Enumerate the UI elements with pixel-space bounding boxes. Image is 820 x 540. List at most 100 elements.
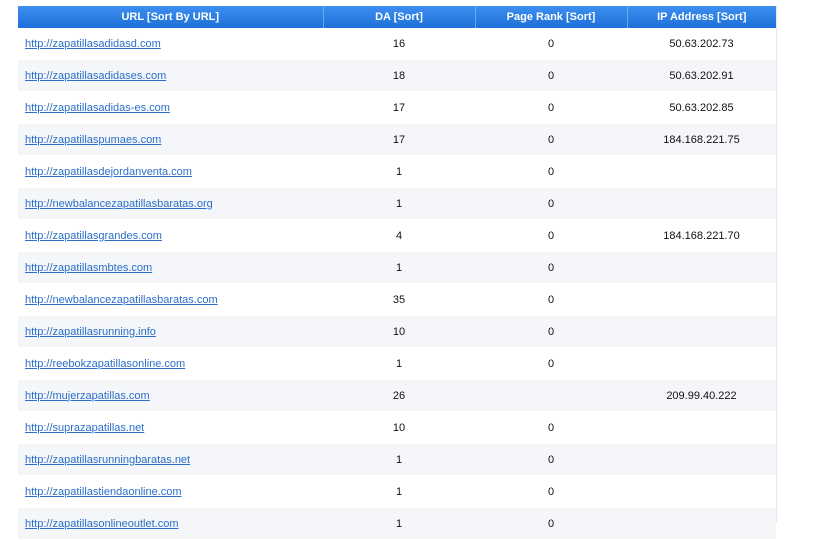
domain-table-container: URL [Sort By URL] DA [Sort] Page Rank [S… (18, 6, 776, 540)
ip-address-cell (627, 187, 776, 220)
page-rank-cell: 0 (475, 507, 627, 540)
header-row: URL [Sort By URL] DA [Sort] Page Rank [S… (18, 6, 776, 28)
ip-address-cell: 50.63.202.85 (627, 91, 776, 124)
ip-address-cell (627, 507, 776, 540)
table-row: http://zapatillasmbtes.com 1 0 (18, 251, 776, 284)
da-cell: 18 (323, 59, 475, 92)
da-cell: 10 (323, 411, 475, 444)
ip-address-cell (627, 155, 776, 188)
page-rank-cell: 0 (475, 251, 627, 284)
url-cell: http://newbalancezapatillasbaratas.org (18, 187, 323, 220)
url-cell: http://zapatillasadidases.com (18, 59, 323, 92)
page-rank-cell: 0 (475, 91, 627, 124)
da-cell: 17 (323, 123, 475, 156)
page-rank-cell: 0 (475, 475, 627, 508)
url-link[interactable]: http://zapatillasadidases.com (25, 70, 166, 82)
ip-address-cell (627, 347, 776, 380)
table-row: http://zapatillasadidases.com 18 0 50.63.20… (18, 59, 776, 92)
table-row: http://suprazapatillas.net 10 0 (18, 411, 776, 444)
da-cell: 10 (323, 315, 475, 348)
table-row: http://zapatillasgrandes.com 4 0 184.168.22… (18, 219, 776, 252)
ip-address-cell (627, 251, 776, 284)
table-row: http://zapatillasadidas-es.com 17 0 50.63.2… (18, 91, 776, 124)
page-rank-cell: 0 (475, 315, 627, 348)
url-cell: http://newbalancezapatillasbaratas.com (18, 283, 323, 316)
table-row: http://newbalancezapatillasbaratas.com 35… (18, 283, 776, 316)
url-link[interactable]: http://zapatillasadidas-es.com (25, 102, 170, 114)
ip-address-cell (627, 411, 776, 444)
table-right-border (776, 6, 777, 522)
sort-by-da-header[interactable]: DA [Sort] (323, 6, 476, 28)
da-cell: 1 (323, 475, 475, 508)
url-cell: http://reebokzapatillasonline.com (18, 347, 323, 380)
page-rank-cell: 0 (475, 219, 627, 252)
url-link[interactable]: http://zapatillasdejordanventa.com (25, 166, 192, 178)
url-link[interactable]: http://reebokzapatillasonline.com (25, 358, 185, 370)
page-rank-cell: 0 (475, 411, 627, 444)
page-rank-cell: 0 (475, 283, 627, 316)
url-link[interactable]: http://zapatillasrunningbaratas.net (25, 454, 190, 466)
da-cell: 1 (323, 347, 475, 380)
da-cell: 4 (323, 219, 475, 252)
page-rank-cell: 0 (475, 187, 627, 220)
ip-address-cell: 50.63.202.91 (627, 59, 776, 92)
da-cell: 35 (323, 283, 475, 316)
url-link[interactable]: http://mujerzapatillas.com (25, 390, 150, 402)
table-body: http://zapatillasadidasd.com 16 0 50.63.202… (18, 28, 776, 540)
table-row: http://zapatillasdejordanventa.com 1 0 (18, 155, 776, 188)
url-cell: http://suprazapatillas.net (18, 411, 323, 444)
url-cell: http://zapatillasrunningbaratas.net (18, 443, 323, 476)
page-rank-cell: 0 (475, 28, 627, 60)
url-link[interactable]: http://zapatillastiendaonline.com (25, 486, 182, 498)
url-link[interactable]: http://newbalancezapatillasbaratas.com (25, 294, 218, 306)
table-row: http://zapatillasadidasd.com 16 0 50.63.202… (18, 28, 776, 60)
da-cell: 1 (323, 155, 475, 188)
da-cell: 16 (323, 28, 475, 60)
da-cell: 26 (323, 379, 475, 412)
ip-address-cell (627, 315, 776, 348)
url-link[interactable]: http://zapatillasgrandes.com (25, 230, 162, 242)
url-link[interactable]: http://zapatillasrunning.info (25, 326, 156, 338)
page-rank-cell: 0 (475, 155, 627, 188)
da-cell: 1 (323, 443, 475, 476)
sort-by-ip-header[interactable]: IP Address [Sort] (627, 6, 776, 28)
table-row: http://zapatillasonlineoutlet.com 1 0 (18, 507, 776, 540)
url-cell: http://zapatillasmbtes.com (18, 251, 323, 284)
da-cell: 1 (323, 507, 475, 540)
url-link[interactable]: http://zapatillasmbtes.com (25, 262, 152, 274)
url-link[interactable]: http://newbalancezapatillasbaratas.org (25, 198, 213, 210)
table-row: http://newbalancezapatillasbaratas.org 1 0 (18, 187, 776, 220)
sort-by-url-header[interactable]: URL [Sort By URL] (18, 6, 324, 28)
table-row: http://zapatillasrunningbaratas.net 1 0 (18, 443, 776, 476)
da-cell: 17 (323, 91, 475, 124)
table-row: http://zapatillasrunning.info 10 0 (18, 315, 776, 348)
url-cell: http://zapatillasrunning.info (18, 315, 323, 348)
page-rank-cell (475, 379, 627, 412)
url-cell: http://zapatillasadidasd.com (18, 28, 323, 60)
ip-address-cell (627, 475, 776, 508)
table-row: http://zapatillastiendaonline.com 1 0 (18, 475, 776, 508)
url-link[interactable]: http://suprazapatillas.net (25, 422, 144, 434)
ip-address-cell (627, 283, 776, 316)
sort-by-page-rank-header[interactable]: Page Rank [Sort] (475, 6, 628, 28)
domain-table: URL [Sort By URL] DA [Sort] Page Rank [S… (18, 6, 776, 540)
page-rank-cell: 0 (475, 347, 627, 380)
ip-address-cell: 209.99.40.222 (627, 379, 776, 412)
da-cell: 1 (323, 251, 475, 284)
ip-address-cell: 184.168.221.70 (627, 219, 776, 252)
url-cell: http://zapatillasadidas-es.com (18, 91, 323, 124)
url-link[interactable]: http://zapatillasonlineoutlet.com (25, 518, 178, 530)
url-cell: http://mujerzapatillas.com (18, 379, 323, 412)
url-cell: http://zapatillasgrandes.com (18, 219, 323, 252)
page-rank-cell: 0 (475, 59, 627, 92)
da-cell: 1 (323, 187, 475, 220)
url-link[interactable]: http://zapatillasadidasd.com (25, 38, 161, 50)
ip-address-cell: 184.168.221.75 (627, 123, 776, 156)
page-rank-cell: 0 (475, 123, 627, 156)
url-cell: http://zapatillasonlineoutlet.com (18, 507, 323, 540)
table-row: http://reebokzapatillasonline.com 1 0 (18, 347, 776, 380)
page-rank-cell: 0 (475, 443, 627, 476)
table-row: http://mujerzapatillas.com 26 209.99.40.22… (18, 379, 776, 412)
url-cell: http://zapatillasdejordanventa.com (18, 155, 323, 188)
url-link[interactable]: http://zapatillaspumaes.com (25, 134, 161, 146)
